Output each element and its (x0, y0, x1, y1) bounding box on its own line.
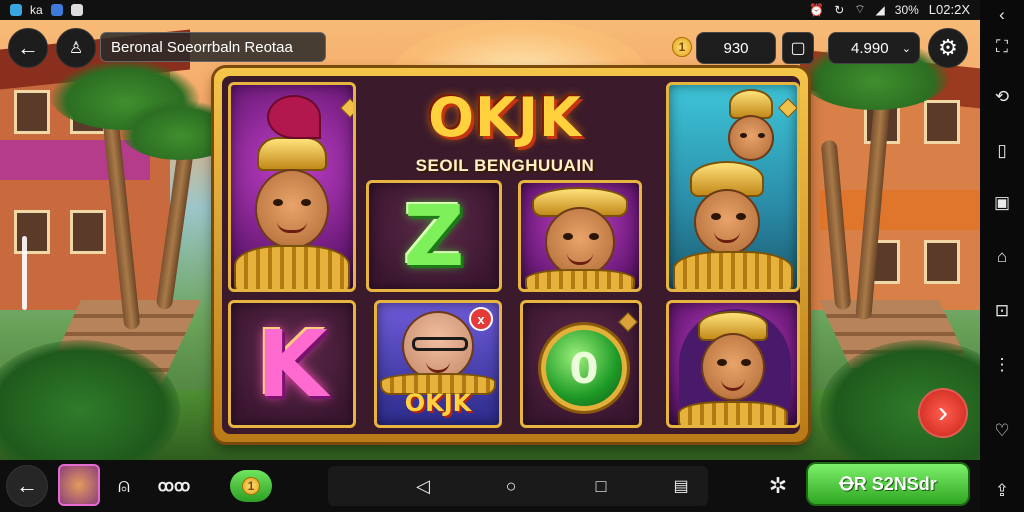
settings-icon: ⚙ (938, 35, 958, 60)
app-icon (10, 4, 22, 16)
fullscreen-button[interactable]: ⛶ (980, 32, 1024, 62)
symbol-queen[interactable] (228, 82, 356, 292)
symbol-z[interactable]: Z (366, 180, 502, 292)
play-button-label: ꝊR S2NSdr (839, 473, 937, 494)
settings-button[interactable]: ⚙ (928, 28, 968, 68)
location-button[interactable]: ♡ (980, 416, 1024, 446)
multi-window-icon: ▯ (997, 141, 1007, 160)
sync-icon: ↻ (834, 2, 845, 17)
rotate-button[interactable]: ⟲ (980, 82, 1024, 112)
symbol-bonus[interactable]: OKJK x (374, 300, 502, 428)
clipboard-icon: ▤ (673, 478, 689, 495)
emulator-sidebar: ‹ ⛶ ⟲ ▯ ▣ ⌂ ⊡ ⋮ ♡ ⇪ (980, 0, 1024, 512)
rotate-icon: ⟲ (994, 87, 1010, 106)
emerald-coin: 0 (541, 325, 627, 411)
coin-balance-value: 930 (723, 39, 749, 57)
coin-toggle[interactable]: 1 (230, 470, 272, 502)
more-icon: ⋮ (993, 355, 1011, 374)
nav-back-icon: ◁ (416, 475, 430, 496)
more-button[interactable]: ⋮ (980, 350, 1024, 380)
symbol-princess[interactable] (666, 300, 800, 428)
user-icon: ♙ (68, 40, 84, 57)
alarm-icon: ⏰ (809, 2, 825, 17)
bottom-back-button[interactable]: ← (6, 465, 48, 507)
share-icon: ⇪ (994, 481, 1010, 500)
logo-panel: OKJK SEOIL BENGHUUAIN (362, 82, 648, 182)
coin-balance[interactable]: 930 (696, 32, 776, 64)
card-icon: ▢ (790, 40, 806, 57)
counter-label: ꝏꝏ (157, 478, 191, 495)
puzzle-button[interactable]: ✲ (762, 470, 794, 502)
back-button[interactable]: ← (8, 28, 48, 68)
cash-balance[interactable]: 4.990 ⌄ (828, 32, 920, 64)
game-title: Beronal Soeorrbaln Reotaa (100, 32, 326, 62)
play-button[interactable]: ꝊR S2NSdr (806, 462, 970, 506)
ghost-button[interactable]: ⍝ (110, 472, 138, 500)
cash-balance-value: 4.990 (851, 39, 889, 57)
nav-recent-button[interactable]: □ (586, 472, 616, 500)
chevron-down-icon: ⌄ (901, 42, 911, 55)
next-arrow-icon: › (938, 396, 948, 429)
close-badge: x (469, 307, 493, 331)
reel-area: OKJK SEOIL BENGHUUAIN Z K OKJK x 0 (222, 76, 800, 434)
game-screen: ka ⏰ ↻ ⌔ ◢ 30% L02:2X ← ♙ Beronal Soeorr… (0, 0, 1024, 512)
card-button[interactable]: ▢ (782, 32, 814, 64)
status-label: ka (30, 3, 43, 17)
game-logo: OKJK (428, 86, 582, 149)
brightness-slider[interactable] (22, 236, 27, 310)
wifi-icon: ⌔ (854, 2, 866, 16)
notification-icon (70, 4, 83, 16)
files-icon: ⌂ (996, 247, 1008, 266)
clock: L02:2X (928, 2, 970, 17)
files-button[interactable]: ⌂ (980, 242, 1024, 272)
location-icon: ♡ (994, 421, 1010, 440)
nav-home-icon: ○ (505, 475, 517, 496)
nav-home-button[interactable]: ○ (496, 472, 526, 500)
symbol-warrior[interactable] (518, 180, 642, 292)
top-bar: ← ♙ Beronal Soeorrbaln Reotaa 1 930 ▢ 4.… (0, 22, 980, 72)
game-subtitle: SEOIL BENGHUUAIN (415, 156, 595, 175)
slot-machine: OKJK SEOIL BENGHUUAIN Z K OKJK x 0 (214, 68, 808, 442)
nav-back-button[interactable]: ◁ (408, 472, 438, 500)
symbol-k[interactable]: K (228, 300, 356, 428)
mail-icon (50, 4, 63, 16)
chevron-left-icon: ‹ (999, 5, 1005, 24)
symbol-emerald[interactable]: 0 (520, 300, 642, 428)
game-thumbnail[interactable] (58, 464, 100, 506)
screenshot-icon: ▣ (993, 193, 1011, 212)
symbol-princes[interactable] (666, 82, 800, 292)
share-button[interactable]: ⇪ (980, 476, 1024, 506)
back-arrow-icon: ← (17, 35, 39, 60)
coin-icon: 1 (672, 37, 692, 57)
install-icon: ⊡ (994, 301, 1010, 320)
bottom-bar: ← ⍝ ꝏꝏ 1 ◁ ○ □ ▤ ✲ ꝊR S2NSdr (0, 460, 980, 512)
coin-icon: 1 (242, 477, 260, 495)
collapse-button[interactable]: ‹ (980, 0, 1024, 30)
next-button[interactable]: › (918, 388, 968, 438)
bonus-logo: OKJK (404, 389, 472, 417)
ghost-icon: ⍝ (118, 474, 130, 497)
puzzle-icon: ✲ (768, 473, 788, 498)
status-bar: ka ⏰ ↻ ⌔ ◢ 30% L02:2X (0, 0, 980, 20)
fullscreen-icon: ⛶ (996, 37, 1008, 56)
nav-recent-icon: □ (595, 475, 607, 496)
install-button[interactable]: ⊡ (980, 296, 1024, 326)
profile-button[interactable]: ♙ (56, 28, 96, 68)
battery-text: 30% (894, 2, 919, 17)
screenshot-button[interactable]: ▣ (980, 188, 1024, 218)
back-arrow-icon: ← (16, 473, 38, 498)
signal-icon: ◢ (875, 2, 885, 17)
system-nav: ◁ ○ □ ▤ (328, 466, 708, 506)
multi-window-button[interactable]: ▯ (980, 136, 1024, 166)
clipboard-button[interactable]: ▤ (666, 472, 696, 500)
